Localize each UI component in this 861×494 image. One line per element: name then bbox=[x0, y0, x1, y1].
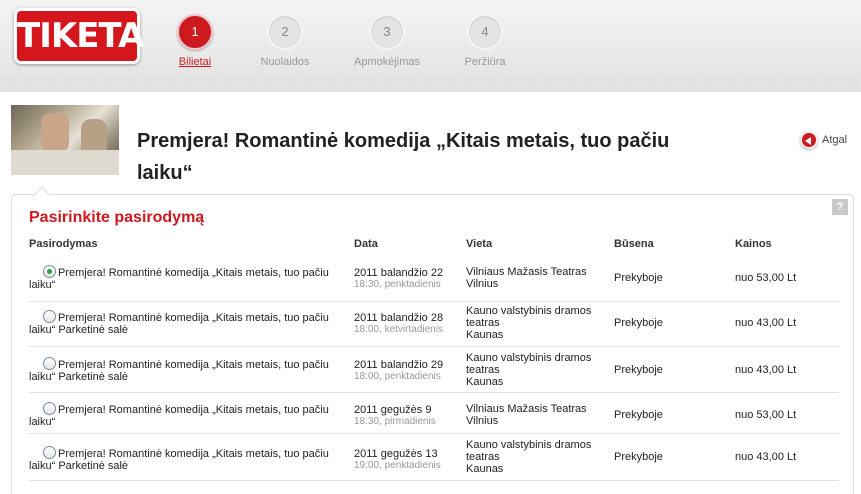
performance-venue: Kauno valstybinis dramos teatras Kaunas bbox=[466, 305, 606, 341]
venue-city: Kaunas bbox=[466, 376, 504, 388]
performance-venue: Kauno valstybinis dramos teatras Kaunas bbox=[466, 352, 606, 388]
performance-venue: Kauno valstybinis dramos teatras Kaunas bbox=[466, 439, 606, 475]
performance-status: Prekyboje bbox=[614, 451, 663, 463]
step-label-payment: Apmokėjimas bbox=[353, 56, 421, 68]
venue-name: Kauno valstybinis dramos teatras bbox=[466, 352, 592, 376]
performance-date: 2011 balandžio 22 bbox=[354, 267, 444, 279]
event-title: Premjera! Romantinė komedija „Kitais met… bbox=[137, 130, 670, 184]
performance-time: 18:30, pirmadienis bbox=[354, 416, 436, 427]
step-label-discounts: Nuolaidos bbox=[260, 56, 310, 68]
table-row[interactable]: Premjera! Romantinė komedija „Kitais met… bbox=[29, 352, 839, 393]
performance-name[interactable]: Premjera! Romantinė komedija „Kitais met… bbox=[29, 267, 329, 291]
step-label-review: Peržiūra bbox=[464, 56, 506, 68]
performance-date: 2011 balandžio 28 bbox=[354, 312, 444, 324]
table-row[interactable]: Premjera! Romantinė komedija „Kitais met… bbox=[29, 402, 839, 434]
performance-date: 2011 gegužės 13 bbox=[354, 448, 438, 460]
venue-name: Vilniaus Mažasis Teatras bbox=[466, 403, 587, 415]
event-image-figure-1 bbox=[41, 113, 69, 153]
column-header-venue: Vieta bbox=[466, 238, 493, 250]
performance-time: 18:30, penktadienis bbox=[354, 279, 441, 290]
venue-name: Kauno valstybinis dramos teatras bbox=[466, 439, 592, 463]
performance-price: nuo 43,00 Lt bbox=[735, 364, 797, 376]
performance-price: nuo 53,00 Lt bbox=[735, 409, 797, 421]
column-header-price: Kainos bbox=[735, 238, 772, 250]
performance-date: 2011 gegužės 9 bbox=[354, 404, 432, 416]
column-header-status: Būsena bbox=[614, 238, 654, 250]
column-header-show: Pasirodymas bbox=[29, 238, 98, 250]
step-tickets[interactable]: 1 Bilietai bbox=[155, 14, 235, 68]
table-row[interactable]: Premjera! Romantinė komedija „Kitais met… bbox=[29, 439, 839, 481]
performance-status: Prekyboje bbox=[614, 364, 663, 376]
header-wave-divider bbox=[0, 78, 861, 98]
performance-name[interactable]: Premjera! Romantinė komedija „Kitais met… bbox=[29, 312, 329, 336]
performance-venue: Vilniaus Mažasis Teatras Vilnius bbox=[466, 266, 606, 290]
performance-price: nuo 43,00 Lt bbox=[735, 317, 797, 329]
performance-name[interactable]: Premjera! Romantinė komedija „Kitais met… bbox=[29, 404, 329, 428]
venue-name: Vilniaus Mažasis Teatras bbox=[466, 266, 587, 278]
panel-title: Pasirinkite pasirodymą bbox=[29, 209, 205, 226]
performance-name[interactable]: Premjera! Romantinė komedija „Kitais met… bbox=[29, 448, 329, 472]
back-link[interactable]: Atgal bbox=[800, 131, 847, 149]
event-image-sheet bbox=[11, 150, 119, 175]
performance-time: 18:00, ketvirtadienis bbox=[354, 324, 443, 335]
venue-city: Kaunas bbox=[466, 463, 504, 475]
performance-time: 18:00, penktadienis bbox=[354, 371, 441, 382]
step-review: 4 Peržiūra bbox=[445, 14, 525, 68]
event-image bbox=[11, 105, 119, 175]
step-label-tickets[interactable]: Bilietai bbox=[155, 56, 235, 68]
performance-date: 2011 balandžio 29 bbox=[354, 359, 444, 371]
column-header-date: Data bbox=[354, 238, 378, 250]
step-payment: 3 Apmokėjimas bbox=[347, 14, 427, 68]
venue-city: Vilnius bbox=[466, 278, 499, 290]
table-row[interactable]: Premjera! Romantinė komedija „Kitais met… bbox=[29, 305, 839, 347]
step-number-2: 2 bbox=[267, 14, 303, 50]
venue-city: Vilnius bbox=[466, 415, 499, 427]
tiketa-logo[interactable]: TIKETA bbox=[14, 8, 144, 64]
step-number-1: 1 bbox=[177, 14, 213, 50]
performance-price: nuo 43,00 Lt bbox=[735, 451, 797, 463]
back-label[interactable]: Atgal bbox=[822, 134, 847, 146]
performance-venue: Vilniaus Mažasis Teatras Vilnius bbox=[466, 403, 606, 427]
performance-status: Prekyboje bbox=[614, 272, 663, 284]
performance-time: 19:00, penktadienis bbox=[354, 460, 441, 471]
help-icon[interactable]: ? bbox=[832, 199, 848, 215]
performance-status: Prekyboje bbox=[614, 409, 663, 421]
performance-price: nuo 53,00 Lt bbox=[735, 272, 797, 284]
performance-name[interactable]: Premjera! Romantinė komedija „Kitais met… bbox=[29, 359, 329, 383]
performance-status: Prekyboje bbox=[614, 317, 663, 329]
table-row[interactable]: Premjera! Romantinė komedija „Kitais met… bbox=[29, 265, 839, 302]
venue-name: Kauno valstybinis dramos teatras bbox=[466, 305, 592, 329]
step-number-3: 3 bbox=[369, 14, 405, 50]
step-discounts: 2 Nuolaidos bbox=[245, 14, 325, 68]
arrow-left-icon[interactable] bbox=[800, 131, 818, 149]
step-number-4: 4 bbox=[467, 14, 503, 50]
venue-city: Kaunas bbox=[466, 329, 504, 341]
